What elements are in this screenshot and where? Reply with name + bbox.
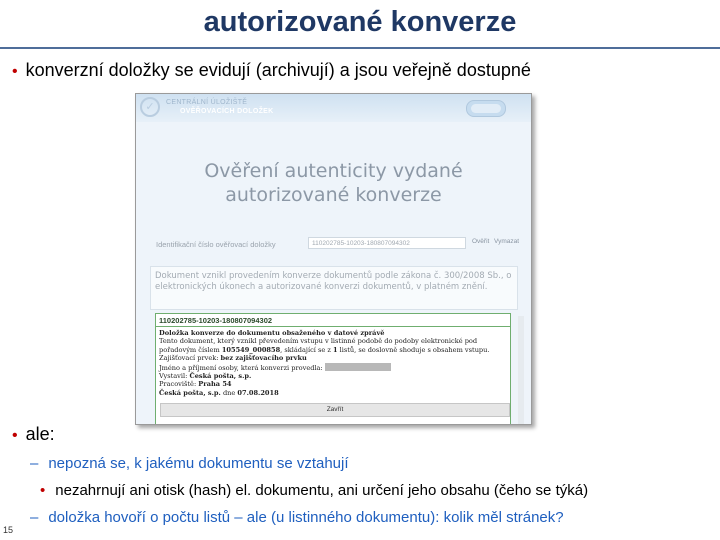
heading-line-2: autorizované konverze — [225, 184, 442, 206]
subpoint-text: doložka hovoří o počtu listů – ale (u li… — [48, 509, 564, 526]
security-value: bez zajišťovacího prvku — [220, 354, 307, 363]
bullet-dot-icon: • — [40, 482, 46, 499]
info-box: Dokument vznikl provedením konverze doku… — [150, 266, 518, 310]
result-person: Jméno a příjmení osoby, která konverzi p… — [159, 362, 507, 372]
result-text-post: listů, se doslovně shoduje s obsahem vst… — [337, 345, 490, 354]
verification-screenshot: ✓ CENTRÁLNÍ ÚLOŽIŠTĚ OVĚŘOVACÍCH DOLOŽEK… — [135, 93, 532, 425]
screenshot-header: ✓ CENTRÁLNÍ ÚLOŽIŠTĚ OVĚŘOVACÍCH DOLOŽEK — [136, 94, 531, 122]
result-date: Česká pošta, s.p. dne 07.08.2018 — [159, 389, 507, 397]
result-security: Zajišťovací prvek: bez zajišťovacího prv… — [159, 354, 507, 362]
bullet-dot-icon: • — [12, 63, 18, 80]
date-mid: dne — [220, 388, 238, 397]
subpoint-text: nezahrnují ani otisk (hash) el. dokument… — [55, 482, 589, 499]
id-input[interactable]: 110202785-10203-180807094302 — [308, 237, 466, 249]
bullet-conversion-clauses: • konverzní doložky se evidují (archivují… — [12, 60, 531, 81]
heading-line-1: Ověření autenticity vydané — [204, 160, 463, 182]
clear-button[interactable]: Vymazat — [494, 238, 519, 245]
bullet-dot-icon: • — [12, 427, 18, 444]
subpoint-sheet-count: – doložka hovoří o počtu listů – ale (u l… — [30, 509, 564, 526]
id-label: Identifikační číslo ověřovací doložky — [156, 240, 276, 249]
issuer-value: Česká pošta, s.p. — [189, 372, 252, 381]
date-issuer: Česká pošta, s.p. — [159, 388, 221, 397]
screenshot-body: Ověření autenticity vydané autorizované … — [136, 122, 531, 424]
date-value: 07.08.2018 — [237, 388, 279, 397]
redacted-name — [324, 362, 391, 371]
result-heading: Doložka konverze do dokumentu obsaženého… — [159, 329, 385, 337]
subpoint-no-hash: • nezahrnují ani otisk (hash) el. dokumen… — [40, 482, 588, 499]
result-workplace: Pracoviště: Praha 54 — [159, 380, 507, 388]
workplace-value: Praha 54 — [198, 380, 232, 389]
bullet-but: • ale: — [12, 424, 55, 445]
dash-icon: – — [30, 509, 39, 526]
result-text: Doložka konverze do dokumentu obsaženého… — [159, 329, 507, 397]
slide-title: autorizované konverze — [203, 6, 517, 38]
close-button[interactable]: Zavřít — [160, 403, 510, 417]
person-label: Jméno a příjmení osoby, která konverzi p… — [159, 363, 325, 372]
result-paragraph: Tento dokument, který vznikl převedením … — [159, 337, 507, 354]
title-divider — [0, 47, 720, 49]
subpoint-text: nepozná se, k jakému dokumentu se vztahu… — [48, 455, 349, 472]
dash-icon: – — [30, 455, 39, 472]
subpoint-document-unknown: – nepozná se, k jakému dokumentu se vztah… — [30, 455, 349, 472]
verification-heading: Ověření autenticity vydané autorizované … — [136, 159, 531, 207]
security-label: Zajišťovací prvek: — [159, 354, 221, 363]
bullet-text: ale: — [25, 424, 55, 444]
header-toggle[interactable] — [466, 100, 506, 117]
bullet-text: konverzní doložky se evidují (archivují)… — [25, 60, 531, 80]
result-scrollbar[interactable] — [518, 316, 524, 424]
result-text-mid: , skládající se z — [280, 345, 333, 354]
result-serial: 105549_000858 — [221, 345, 281, 354]
result-code: 110202785-10203-180807094302 — [156, 314, 510, 327]
brand-line-1: CENTRÁLNÍ ÚLOŽIŠTĚ — [166, 99, 248, 106]
workplace-label: Pracoviště: — [159, 380, 199, 389]
checkmark-logo-icon: ✓ — [140, 97, 160, 117]
issuer-label: Vystavil: — [159, 372, 190, 381]
brand-line-2: OVĚŘOVACÍCH DOLOŽEK — [180, 108, 274, 115]
verify-button[interactable]: Ověřit — [472, 238, 489, 245]
page-number: 15 — [3, 525, 14, 535]
